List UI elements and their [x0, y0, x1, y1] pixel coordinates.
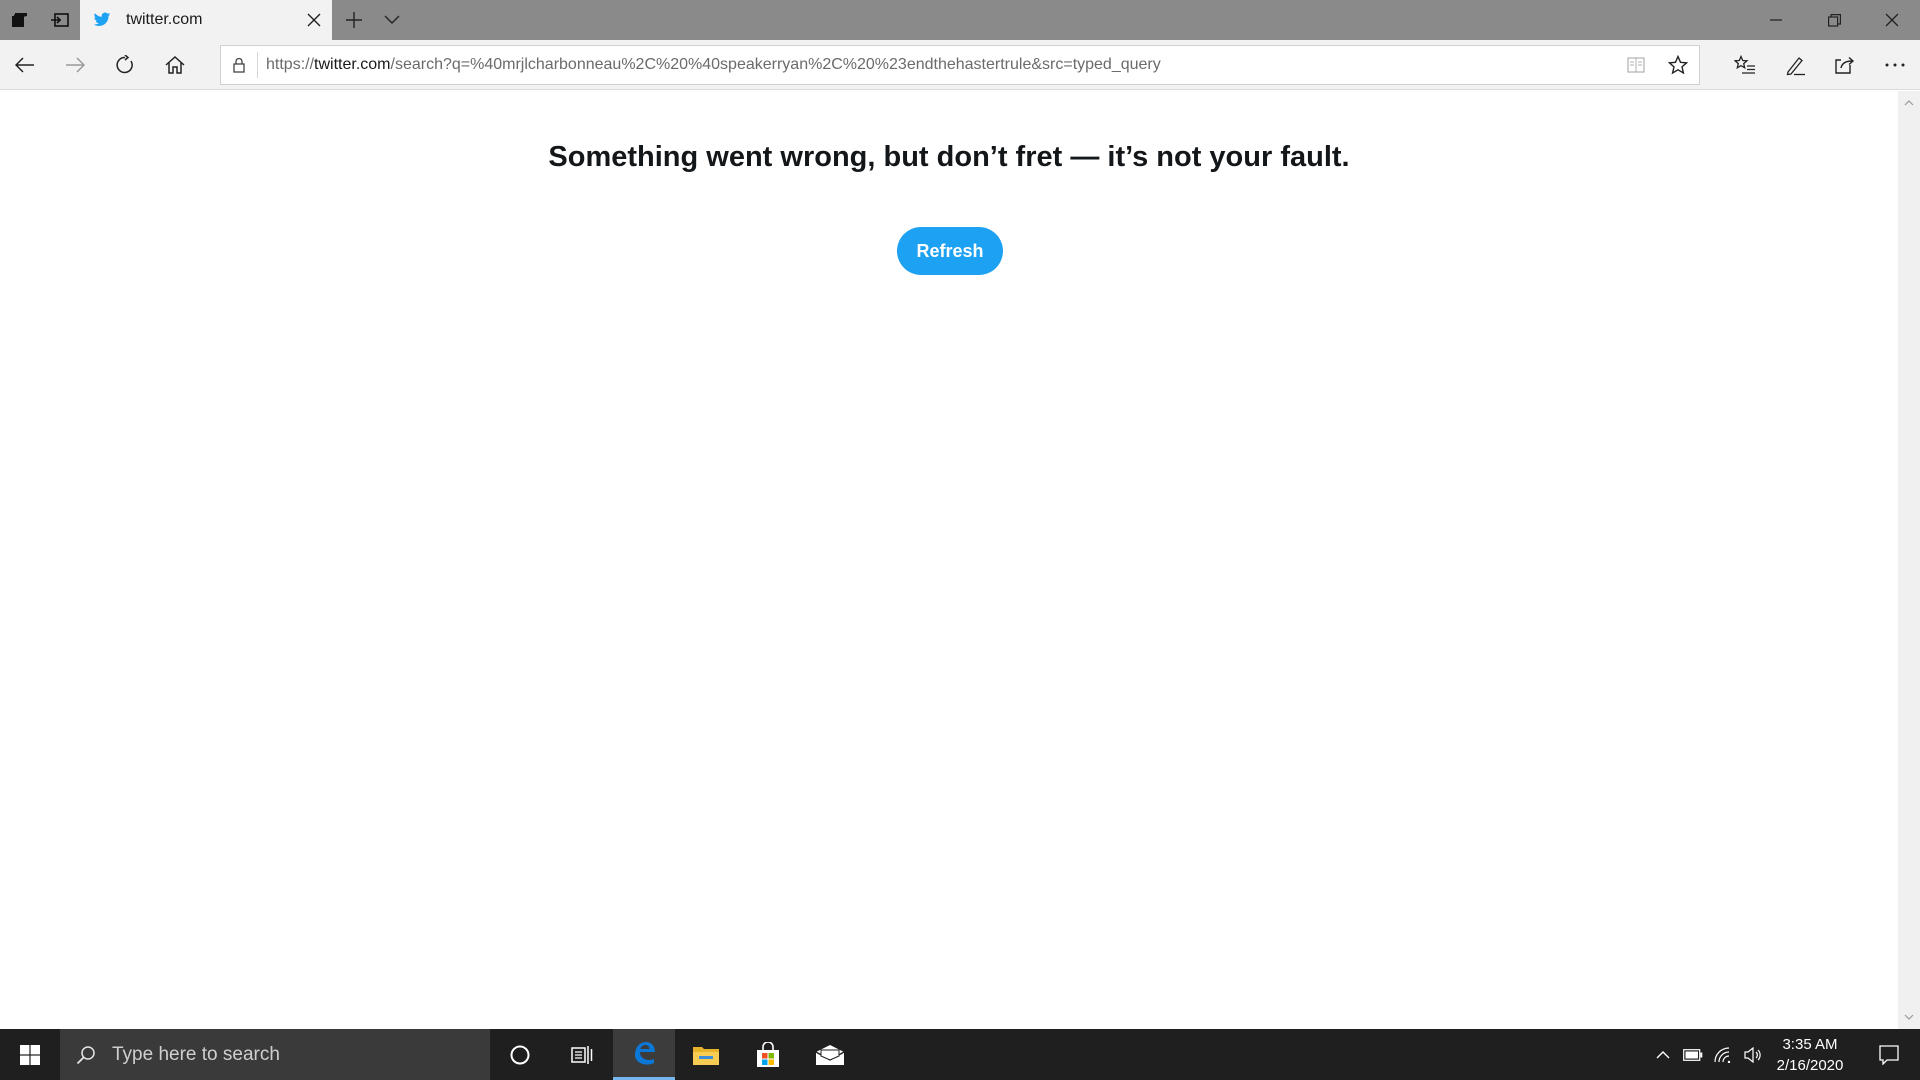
vertical-scrollbar[interactable]: [1898, 91, 1920, 1029]
scroll-up-icon[interactable]: [1898, 93, 1920, 113]
clock-time: 3:35 AM: [1782, 1035, 1838, 1053]
browser-toolbar: https://twitter.com/search?q=%40mrjlchar…: [0, 40, 1920, 90]
close-icon[interactable]: [1864, 0, 1920, 40]
windows-start-icon[interactable]: [0, 1029, 60, 1080]
taskbar-search[interactable]: Type here to search: [60, 1029, 490, 1080]
address-bar[interactable]: https://twitter.com/search?q=%40mrjlchar…: [220, 45, 1700, 85]
search-placeholder: Type here to search: [112, 1043, 280, 1065]
clock-date: 2/16/2020: [1776, 1056, 1844, 1074]
battery-icon[interactable]: [1678, 1029, 1708, 1080]
home-icon[interactable]: [150, 40, 200, 90]
forward-arrow-icon[interactable]: [50, 40, 100, 90]
store-icon[interactable]: [737, 1029, 799, 1080]
restore-window-icon[interactable]: [1806, 0, 1862, 40]
system-clock[interactable]: 3:35 AM 2/16/2020: [1760, 1029, 1860, 1080]
search-icon: [60, 1029, 112, 1080]
cortana-icon[interactable]: [489, 1029, 551, 1080]
reading-view-icon[interactable]: [1615, 46, 1657, 84]
mail-icon[interactable]: [799, 1029, 861, 1080]
action-center-icon[interactable]: [1862, 1029, 1916, 1080]
refresh-icon[interactable]: [100, 40, 150, 90]
url-text[interactable]: https://twitter.com/search?q=%40mrjlchar…: [266, 56, 1615, 74]
file-explorer-icon[interactable]: [675, 1029, 737, 1080]
chevron-up-icon[interactable]: [1648, 1029, 1678, 1080]
favorites-list-icon[interactable]: [1720, 40, 1770, 90]
close-tab-icon[interactable]: [296, 0, 332, 40]
pen-icon[interactable]: [1770, 40, 1820, 90]
wifi-icon[interactable]: [1708, 1029, 1738, 1080]
back-arrow-icon[interactable]: [0, 40, 50, 90]
restore-tabs-icon[interactable]: [40, 0, 80, 40]
tab-title: twitter.com: [126, 11, 203, 28]
address-separator: [257, 52, 258, 78]
more-icon[interactable]: [1870, 40, 1920, 90]
tabs-aside-icon[interactable]: [0, 0, 40, 40]
star-icon[interactable]: [1657, 46, 1699, 84]
chevron-down-icon[interactable]: [372, 0, 412, 40]
scroll-down-icon[interactable]: [1898, 1007, 1920, 1027]
refresh-button[interactable]: Refresh: [897, 227, 1003, 275]
plus-icon[interactable]: [334, 0, 374, 40]
error-message: Something went wrong, but don’t fret — i…: [548, 141, 1350, 173]
twitter-bird-icon: [92, 10, 112, 30]
lock-icon[interactable]: [221, 46, 257, 84]
share-icon[interactable]: [1820, 40, 1870, 90]
title-bar: twitter.com: [0, 0, 1920, 40]
taskbar: Type here to search 3:35 AM 2/16/2020: [0, 1029, 1920, 1080]
url-path: /search?q=%40mrjlcharbonneau%2C%20%40spe…: [390, 56, 1161, 73]
url-domain: twitter.com: [314, 56, 391, 73]
edge-icon[interactable]: [613, 1029, 675, 1080]
url-prefix: https://: [266, 56, 315, 73]
task-view-icon[interactable]: [551, 1029, 613, 1080]
web-page: Something went wrong, but don’t fret — i…: [0, 91, 1898, 1029]
minimize-icon[interactable]: [1748, 0, 1804, 40]
active-tab[interactable]: twitter.com: [80, 0, 332, 40]
